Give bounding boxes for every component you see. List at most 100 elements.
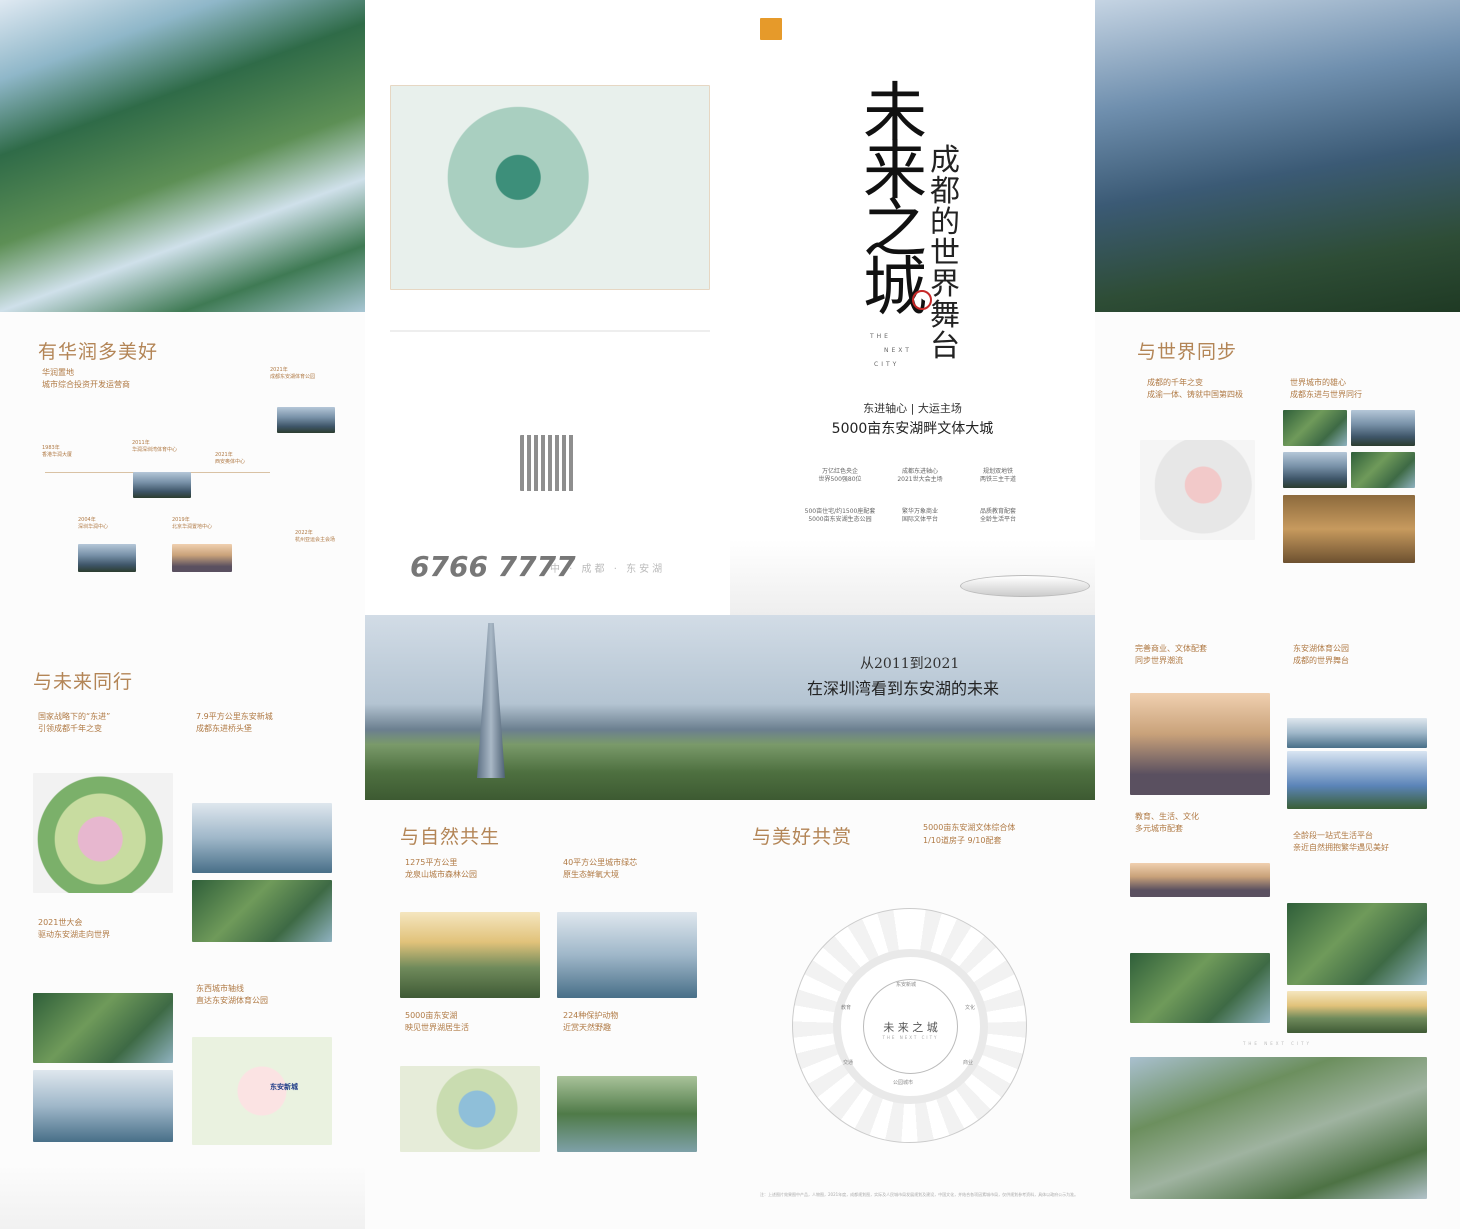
heritage-panel: 有华润多美好 华润置地 城市综合投资开发运营商 1983年 香港华润大厦 2011…: [0, 312, 365, 615]
world-panel: 与世界同步 成都的千年之变 成渝一体、铸就中国第四极 世界城市的雄心 成都东进与…: [1095, 312, 1460, 615]
world-c1a: 成都的千年之变: [1147, 378, 1203, 387]
brand-en-divider: THE NEXT CITY: [1242, 1041, 1312, 1046]
future-photo-2: [192, 880, 332, 942]
banner-line1: 从2011到2021: [860, 656, 960, 672]
future-c4b: 直达东安湖体育公园: [196, 996, 268, 1005]
lake-aerial-map: [400, 1066, 540, 1152]
chengdu-region-map: [1140, 440, 1255, 540]
milestone-6: 2021年 西安奥体中心: [215, 452, 246, 465]
milestone-photo-4: [172, 544, 232, 572]
brand-logo: [760, 18, 782, 40]
future-title: 与未来同行: [33, 671, 134, 693]
commerce-photo-kids: [1130, 863, 1270, 897]
future-photo-1: [192, 803, 332, 873]
shenzhen-bay-banner: 从2011到2021 在深圳湾看到东安湖的未来: [365, 615, 1095, 800]
future-photo-4: [33, 1070, 173, 1142]
commerce-c2b: 成都的世界舞台: [1293, 656, 1349, 665]
commerce-photo-play: [1130, 953, 1270, 1023]
future-panel: 与未来同行 国家战略下的“东进” 引领成都千年之变 7.9平方公里东安新城 成都…: [0, 615, 365, 1229]
future-c1b: 引领成都千年之变: [38, 724, 102, 733]
feature-6: 品质教育配套 全龄生活平台: [979, 508, 1016, 523]
cover-title-small: 成 都 的 世 界 舞 台: [930, 143, 960, 364]
wheel-center-label: 未 来 之 城: [883, 1021, 938, 1034]
commerce-c1b: 同步世界潮流: [1135, 656, 1183, 665]
red-circle-mark: [912, 290, 932, 310]
commerce-photo-elderly: [1287, 991, 1427, 1033]
world-photo-4: [1351, 452, 1415, 488]
world-photo-5: [1283, 495, 1415, 563]
feature-5: 繁华万象商业 国际文体平台: [901, 508, 938, 523]
milestone-1: 1983年 香港华润大厦: [42, 445, 73, 458]
beauty-panel: 与美好共赏 5000亩东安湖文体综合体 1/10道房子 9/10配套 未 来 之…: [730, 800, 1095, 1229]
milestone-4: 2004年 深圳华润中心: [78, 517, 109, 530]
future-c2b: 成都东进桥头堡: [196, 724, 252, 733]
ring-label-3: 商业: [963, 1060, 974, 1066]
commerce-photo-stadium: [1287, 751, 1427, 809]
feature-4: 500亩住宅/约1500座配套 5000亩东安湖生态公园: [804, 508, 876, 523]
milestone-5: 2019年 北京华润置地中心: [172, 517, 213, 530]
city-skyline-photo: [1095, 0, 1460, 312]
ring-label-5: 交通: [843, 1060, 854, 1066]
nature-photo-birds: [557, 912, 697, 998]
nature-c3b: 映见世界湖居生活: [405, 1023, 469, 1032]
heritage-sub1: 华润置地: [42, 368, 74, 377]
commerce-photo-run: [1287, 903, 1427, 985]
nature-c3a: 5000亩东安湖: [405, 1011, 458, 1020]
axis-map-label: 东安新城: [270, 1083, 298, 1091]
future-c4a: 东西城市轴线: [196, 984, 244, 993]
feature-2: 成都东进轴心 2021世大会主场: [897, 468, 943, 483]
axis-map: 东安新城: [192, 1037, 332, 1145]
planning-wheel: 未 来 之 城 THE NEXT CITY 东安新城 文化 商业 公园城市 交通…: [792, 908, 1027, 1143]
cover-tagline: 东进轴心 | 大运主场: [863, 402, 962, 415]
ring-label-1: 东安新城: [896, 982, 917, 988]
ring-label-2: 文化: [965, 1005, 976, 1011]
cover-headline: 5000亩东安湖畔文体大城: [831, 421, 994, 437]
world-photo-1: [1283, 410, 1347, 446]
world-photo-3: [1283, 452, 1347, 488]
nature-c4b: 近赏天然野趣: [563, 1023, 611, 1032]
hotline-tag: 中 · 成都 · 东安湖: [550, 564, 666, 575]
world-c1b: 成渝一体、铸就中国第四极: [1147, 390, 1243, 399]
world-c2b: 成都东进与世界同行: [1290, 390, 1362, 399]
qr-code[interactable]: [520, 435, 576, 491]
cover-panel: 未 来 之 城 成 都 的 世 界 舞 台 THE NEXT CITY 东进轴心…: [730, 0, 1095, 615]
nature-c2b: 原生态鲜氧大境: [563, 870, 619, 879]
milestone-7: 2022年 杭州亚运会主会场: [295, 530, 336, 543]
nature-c1b: 龙泉山城市森林公园: [405, 870, 477, 879]
nature-photo-heron: [557, 1076, 697, 1152]
commerce-photo-pool: [1287, 718, 1427, 748]
future-c3a: 2021世大会: [38, 918, 83, 927]
ring-label-6: 教育: [841, 1005, 852, 1011]
beauty-c1b: 1/10道房子 9/10配套: [923, 836, 1002, 845]
commerce-photo-mall: [1130, 693, 1270, 795]
aerial-waterfall-photo: [0, 0, 365, 312]
milestone-photo-3: [78, 544, 136, 572]
beauty-footnote: 注：上述图片效果图中产品，人物图，2021年度，成都规划图，实际及人民城市局发展…: [760, 1192, 1079, 1197]
location-map-panel: 6766 7777 中 · 成都 · 东安湖: [365, 0, 730, 615]
milestone-2: 2011年 华润深圳湾体育中心: [132, 440, 178, 453]
nature-c2a: 40平方公里城市绿芯: [563, 858, 638, 867]
future-photo-3: [33, 993, 173, 1063]
chengdu-district-map: [33, 773, 173, 893]
world-title: 与世界同步: [1137, 341, 1238, 363]
feature-1: 万亿红色央企 世界500强80位: [818, 468, 862, 483]
world-c2a: 世界城市的雄心: [1290, 378, 1346, 387]
nature-photo-sunset: [400, 912, 540, 998]
future-c1a: 国家战略下的“东进”: [38, 712, 111, 721]
ring-label-4: 公园城市: [893, 1080, 914, 1086]
heritage-sub1b: 城市综合投资开发运营商: [42, 380, 130, 389]
commerce-panel: 完善商业、文体配套 同步世界潮流 东安湖体育公园 成都的世界舞台 教育、生活、文…: [1095, 615, 1460, 1229]
location-map: [390, 85, 710, 290]
nature-title: 与自然共生: [400, 826, 501, 848]
future-skyline: [0, 1165, 365, 1229]
milestone-photo-1: [133, 472, 191, 498]
beauty-title: 与美好共赏: [752, 826, 853, 848]
milestone-photo-2: [277, 407, 335, 433]
feature-3: 规划双地铁 两铁三主干道: [979, 468, 1016, 483]
commerce-c1a: 完善商业、文体配套: [1135, 644, 1207, 653]
stadium-illustration: [960, 575, 1090, 597]
commerce-c3b: 多元城市配套: [1135, 824, 1183, 833]
commerce-aerial-render: [1130, 1057, 1427, 1199]
commerce-c2a: 东安湖体育公园: [1293, 644, 1349, 653]
milestone-3: 2021年 成都东安湖体育公园: [270, 367, 316, 380]
